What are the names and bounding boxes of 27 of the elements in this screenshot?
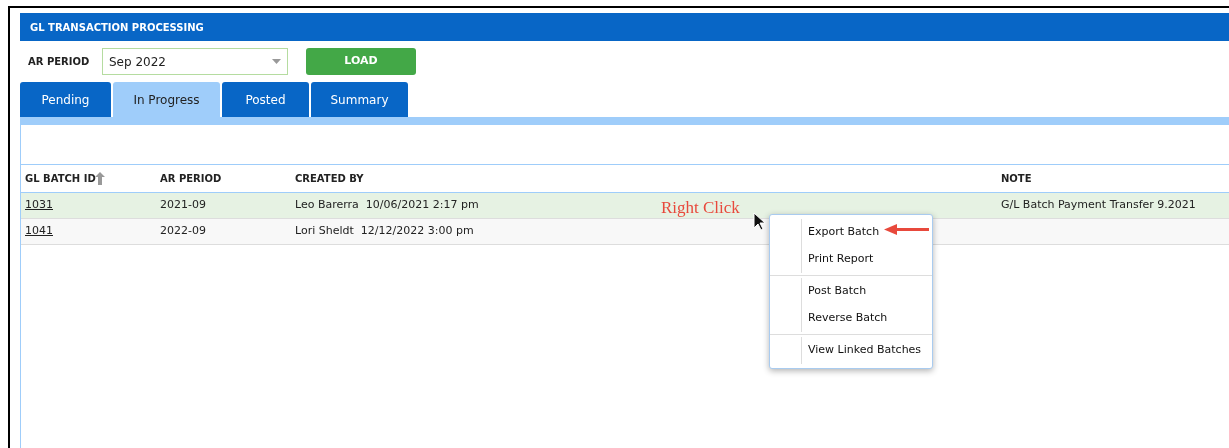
pointer-arrow [884, 223, 930, 235]
batch-id-link[interactable]: 1031 [25, 197, 53, 214]
dropdown-caret-icon [272, 59, 281, 64]
tab[interactable]: In Progress [113, 82, 220, 117]
table-cell: 2022-09 [160, 223, 206, 240]
batch-id-link[interactable]: 1041 [25, 223, 53, 240]
field-label: AR PERIOD [28, 55, 91, 69]
menu-item[interactable]: View Linked Batches [801, 337, 932, 364]
table-cell: Leo Barerra 10/06/2021 2:17 pm [295, 197, 479, 214]
menu-item[interactable]: Reverse Batch [801, 305, 932, 332]
column-header[interactable]: NOTE [1001, 171, 1032, 186]
mouse-cursor-icon [753, 212, 765, 231]
table-cell: Lori Sheldt 12/12/2022 3:00 pm [295, 223, 474, 240]
tab[interactable]: Posted [222, 82, 309, 117]
sort-up-arrow-icon[interactable] [95, 172, 105, 185]
window-title: GL TRANSACTION PROCESSING [30, 20, 204, 35]
column-header[interactable]: CREATED BY [295, 171, 364, 186]
menu-item[interactable]: Post Batch [801, 278, 932, 305]
tab[interactable]: Pending [20, 82, 111, 117]
table-cell: G/L Batch Payment Transfer 9.2021 [1001, 197, 1196, 214]
period-dropdown[interactable]: Sep 2022 [102, 48, 288, 75]
column-header[interactable]: GL BATCH ID [25, 171, 96, 186]
annotation-text: Right Click [661, 197, 740, 219]
column-header[interactable]: AR PERIOD [160, 171, 222, 186]
tab[interactable]: Summary [311, 82, 408, 117]
table-cell: 2021-09 [160, 197, 206, 214]
menu-item[interactable]: Print Report [801, 246, 932, 273]
